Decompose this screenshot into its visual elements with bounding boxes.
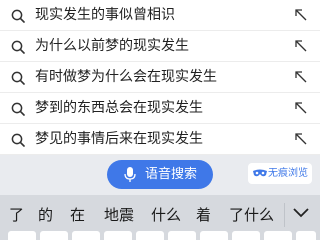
candidate-word[interactable]: 什么 — [151, 205, 181, 225]
chevron-down-icon[interactable] — [292, 206, 310, 220]
keyboard-key[interactable] — [200, 231, 228, 243]
search-icon — [11, 71, 25, 85]
suggestion-text: 有时做梦为什么会在现实发生 — [35, 69, 217, 85]
candidate-word[interactable]: 在 — [70, 205, 85, 225]
candidate-divider — [284, 203, 285, 227]
voice-search-button[interactable]: 语音搜索 — [107, 160, 213, 189]
keyboard-key[interactable] — [232, 231, 260, 243]
suggestion-text: 梦到的东西总会在现实发生 — [35, 100, 203, 116]
suggestion-row[interactable]: 有时做梦为什么会在现实发生 — [0, 62, 320, 93]
candidate-word[interactable]: 的 — [38, 205, 53, 225]
keyboard-key[interactable] — [8, 231, 36, 243]
candidate-word[interactable]: 着 — [196, 205, 211, 225]
keyboard-key[interactable] — [40, 231, 68, 243]
fill-arrow-icon[interactable] — [295, 9, 308, 22]
search-icon — [11, 133, 25, 147]
suggestion-text: 为什么以前梦的现实发生 — [35, 38, 189, 54]
voice-search-label: 语音搜索 — [145, 167, 198, 182]
suggestion-text: 现实发生的事似曾相识 — [35, 7, 175, 23]
suggestion-row[interactable]: 梦见的事情后来在现实发生 — [0, 124, 320, 155]
keyboard-key[interactable] — [296, 231, 316, 243]
fill-arrow-icon[interactable] — [295, 71, 308, 84]
search-icon — [11, 9, 25, 23]
keyboard: 了 的 在 地震 什么 着 了什么 — [0, 195, 320, 243]
keyboard-key[interactable] — [72, 231, 100, 243]
candidate-word[interactable]: 地震 — [104, 205, 134, 225]
search-icon — [11, 102, 25, 116]
microphone-icon — [124, 167, 136, 182]
fill-arrow-icon[interactable] — [295, 40, 308, 53]
mask-icon — [253, 169, 267, 177]
candidate-word[interactable]: 了 — [9, 205, 24, 225]
fill-arrow-icon[interactable] — [295, 133, 308, 146]
keyboard-key[interactable] — [264, 231, 292, 243]
suggestion-row[interactable]: 为什么以前梦的现实发生 — [0, 31, 320, 62]
fill-arrow-icon[interactable] — [295, 102, 308, 115]
suggestion-text: 梦见的事情后来在现实发生 — [35, 131, 203, 147]
keyboard-key[interactable] — [168, 231, 196, 243]
suggestion-row[interactable]: 现实发生的事似曾相识 — [0, 0, 320, 31]
keyboard-key[interactable] — [136, 231, 164, 243]
keyboard-key[interactable] — [104, 231, 132, 243]
candidate-word[interactable]: 了什么 — [229, 205, 274, 225]
incognito-button[interactable]: 无痕浏览 — [248, 163, 312, 184]
search-icon — [11, 40, 25, 54]
incognito-label: 无痕浏览 — [268, 168, 308, 179]
search-toolbar: 语音搜索 无痕浏览 — [0, 155, 320, 195]
suggestion-row[interactable]: 梦到的东西总会在现实发生 — [0, 93, 320, 124]
suggestion-list: 现实发生的事似曾相识 为什么以前梦的现实发生 有时做梦为什么会在现实发生 梦到的… — [0, 0, 320, 155]
